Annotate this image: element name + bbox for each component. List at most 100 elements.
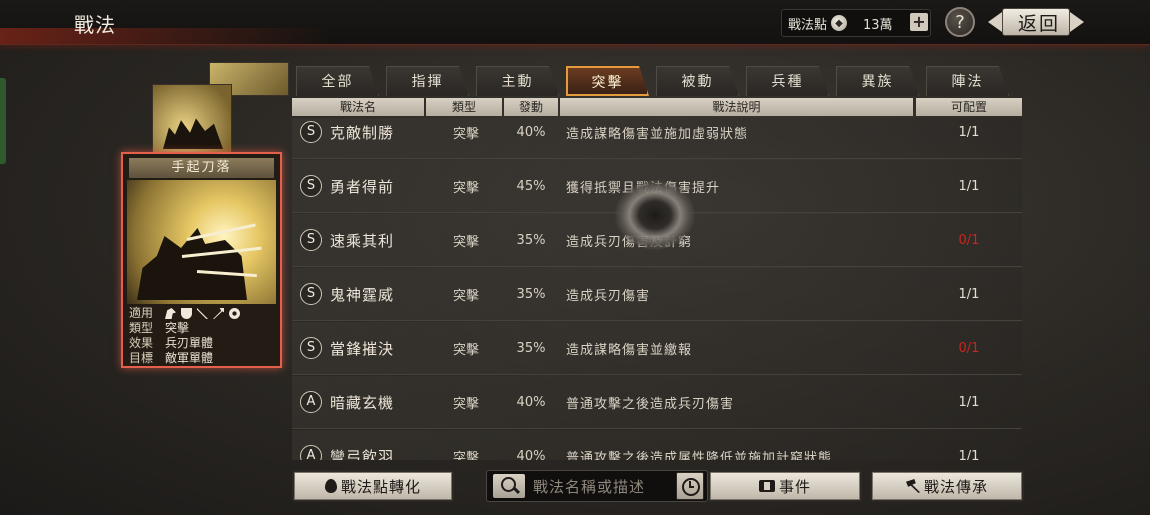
skill-name-cell: S 當鋒摧決 <box>300 322 394 374</box>
table-row[interactable]: A 暗藏玄機 突擊 40% 普通攻擊之後造成兵刃傷害 1/1 <box>292 376 1022 429</box>
grade-badge: S <box>300 283 322 305</box>
skill-rate: 40% <box>516 394 546 410</box>
tab-passive[interactable]: 被動 <box>656 66 739 96</box>
card-row-type: 類型 突擊 <box>127 321 276 336</box>
spear-icon <box>213 308 224 319</box>
skill-name-cell: S 克敵制勝 <box>300 118 394 158</box>
skill-desc: 造成謀略傷害並繳報 <box>566 342 693 358</box>
table-row[interactable]: S 鬼神霆威 突擊 35% 造成兵刃傷害 1/1 <box>292 268 1022 321</box>
page-title: 戰法 <box>74 13 116 37</box>
unit-icons <box>165 306 276 321</box>
skill-rate: 45% <box>516 178 546 194</box>
card-stack-middle <box>152 84 232 156</box>
back-arrow-icon <box>988 12 1002 32</box>
search-button[interactable] <box>493 474 525 498</box>
skill-rate: 40% <box>516 124 546 140</box>
grade-badge: A <box>300 391 322 413</box>
skill-name-cell: S 速乘其利 <box>300 214 394 266</box>
skill-name: 速乘其利 <box>330 231 395 250</box>
effect-label: 效果 <box>129 336 154 350</box>
skill-name: 暗藏玄機 <box>330 393 395 412</box>
convert-points-button[interactable]: 戰法點轉化 <box>292 470 454 502</box>
history-button[interactable] <box>676 472 704 500</box>
column-header-name[interactable]: 戰法名 <box>292 98 424 116</box>
tab-foreign[interactable]: 異族 <box>836 66 919 96</box>
category-tabs: 全部 指揮 主動 突擊 被動 兵種 異族 陣法 <box>296 66 1016 96</box>
convert-points-label: 戰法點轉化 <box>340 477 421 496</box>
skill-config: 0/1 <box>958 232 980 248</box>
drop-icon <box>324 479 337 493</box>
archer-icon <box>197 308 208 319</box>
table-row[interactable]: S 克敵制勝 突擊 40% 造成謀略傷害並施加虛弱狀態 1/1 <box>292 118 1022 159</box>
points-label: 戰法點 <box>788 17 828 33</box>
siege-icon <box>229 308 240 319</box>
card-row-effect: 效果 兵刃單體 <box>127 336 276 351</box>
skill-desc: 造成謀略傷害並施加虛弱狀態 <box>566 126 749 142</box>
search-input[interactable] <box>531 475 673 499</box>
clock-hand <box>689 486 694 488</box>
scroll-icon <box>758 480 775 492</box>
skill-name: 克敵制勝 <box>330 123 395 142</box>
column-header-type[interactable]: 類型 <box>426 98 502 116</box>
skill-type: 突擊 <box>452 288 479 304</box>
skill-name: 彎弓飲羽 <box>330 447 395 461</box>
top-bar: 戰法 戰法點 ◆ 13萬 + ? 返回 <box>0 0 1150 45</box>
skill-type: 突擊 <box>452 180 479 196</box>
tactic-points-display: 戰法點 ◆ 13萬 + <box>781 9 931 37</box>
back-tail-icon <box>1070 12 1084 32</box>
skill-name: 當鋒摧決 <box>330 339 395 358</box>
card-title: 手起刀落 <box>129 158 274 178</box>
skill-rate: 40% <box>516 448 546 461</box>
skill-desc: 造成兵刃傷害 <box>566 288 651 304</box>
rider-silhouette <box>137 228 247 300</box>
help-button[interactable]: ? <box>945 7 975 37</box>
skill-name: 鬼神霆威 <box>330 285 395 304</box>
skill-list[interactable]: S 克敵制勝 突擊 40% 造成謀略傷害並施加虛弱狀態 1/1 S 勇者得前 突… <box>292 118 1022 460</box>
event-button[interactable]: 事件 <box>708 470 862 502</box>
search-box <box>486 470 708 502</box>
side-tab-accent[interactable] <box>0 78 6 164</box>
cavalry-icon <box>165 308 176 319</box>
loading-spinner-icon <box>615 180 695 250</box>
type-value: 突擊 <box>165 321 190 335</box>
skill-name-cell: A 彎弓飲羽 <box>300 430 394 460</box>
column-header-config[interactable]: 可配置 <box>916 98 1022 116</box>
target-value: 敵軍單體 <box>165 351 214 365</box>
selected-skill-card[interactable]: 手起刀落 適用 類型 突擊 效果 兵刃單體 目標 敵軍單體 <box>121 152 282 368</box>
card-info: 適用 類型 突擊 效果 兵刃單體 目標 敵軍單體 <box>127 306 276 366</box>
grade-badge: S <box>300 175 322 197</box>
table-row[interactable]: A 彎弓飲羽 突擊 40% 普通攻擊之後造成属性降低並施加計窮狀態 1/1 <box>292 430 1022 460</box>
points-value: 13萬 <box>863 17 893 33</box>
grade-badge: S <box>300 121 322 143</box>
skill-type: 突擊 <box>452 450 479 461</box>
target-label: 目標 <box>129 351 154 365</box>
card-row-target: 目標 敵軍單體 <box>127 351 276 366</box>
grade-badge: A <box>300 445 322 460</box>
coin-icon: ◆ <box>831 15 848 31</box>
skill-name: 勇者得前 <box>330 177 395 196</box>
grade-badge: S <box>300 337 322 359</box>
tab-command[interactable]: 指揮 <box>386 66 469 96</box>
skill-name-cell: S 勇者得前 <box>300 160 394 212</box>
tab-formation[interactable]: 陣法 <box>926 66 1009 96</box>
skill-rate: 35% <box>516 340 546 356</box>
table-row[interactable]: S 當鋒摧決 突擊 35% 造成謀略傷害並繳報 0/1 <box>292 322 1022 375</box>
add-points-button[interactable]: + <box>910 13 928 31</box>
tab-active[interactable]: 主動 <box>476 66 559 96</box>
column-header-rate[interactable]: 發動 <box>504 98 558 116</box>
back-button[interactable]: 返回 <box>988 6 1084 38</box>
back-label: 返回 <box>1017 12 1060 35</box>
skill-config: 1/1 <box>958 394 980 410</box>
card-row-applicable: 適用 <box>127 306 276 321</box>
tab-all[interactable]: 全部 <box>296 66 379 96</box>
skill-config: 1/1 <box>958 124 980 140</box>
skill-rate: 35% <box>516 286 546 302</box>
grade-badge: S <box>300 229 322 251</box>
skill-name-cell: A 暗藏玄機 <box>300 376 394 428</box>
inherit-skill-button[interactable]: 戰法傳承 <box>870 470 1024 502</box>
skill-config: 0/1 <box>958 340 980 356</box>
tab-troop-type[interactable]: 兵種 <box>746 66 829 96</box>
skill-desc: 普通攻擊之後造成属性降低並施加計窮狀態 <box>566 450 833 461</box>
tab-assault[interactable]: 突擊 <box>566 66 649 96</box>
skill-config: 1/1 <box>958 286 980 302</box>
